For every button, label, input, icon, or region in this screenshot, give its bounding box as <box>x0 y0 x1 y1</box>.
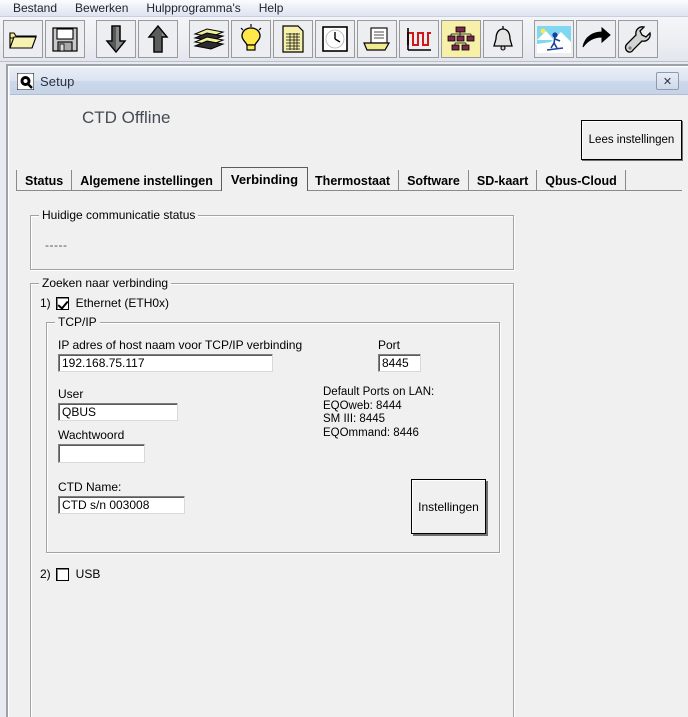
printer-icon[interactable] <box>357 20 397 58</box>
usb-label: USB <box>75 567 101 581</box>
menu-help[interactable]: Help <box>250 0 293 17</box>
setup-title-bar[interactable]: Setup ✕ <box>10 68 688 95</box>
page-title: CTD Offline <box>82 108 171 127</box>
port-label: Port <box>378 338 401 352</box>
setup-window: Setup ✕ CTD Offline Lees instellingen St… <box>6 64 688 717</box>
settings-button[interactable]: Instellingen <box>411 479 486 534</box>
network-diagram-icon[interactable] <box>441 20 481 58</box>
communication-status-legend: Huidige communicatie status <box>39 208 199 222</box>
tab-bar: Status Algemene instellingen Verbinding … <box>16 167 682 191</box>
books-stack-icon[interactable] <box>189 20 229 58</box>
toolbar-group-misc <box>533 20 659 58</box>
open-folder-icon[interactable] <box>3 20 43 58</box>
password-label: Wachtwoord <box>58 428 125 442</box>
toolbar-group-tools <box>188 20 524 58</box>
search-connection-legend: Zoeken naar verbinding <box>39 276 172 290</box>
ctd-name-input[interactable]: CTD s/n 003008 <box>58 496 185 514</box>
waveform-chart-icon[interactable] <box>399 20 439 58</box>
read-settings-button[interactable]: Lees instellingen <box>581 120 682 160</box>
save-floppy-disk-icon[interactable] <box>45 20 85 58</box>
tab-sd-kaart[interactable]: SD-kaart <box>468 170 538 191</box>
application-window: Bestand Bewerken Hulpprogramma's Help Se… <box>0 0 688 717</box>
forward-arrow-icon[interactable] <box>576 20 616 58</box>
ip-address-label: IP adres of host naam voor TCP/IP verbin… <box>58 338 303 352</box>
ethernet-checkbox[interactable] <box>55 296 69 310</box>
ethernet-item-number: 1) <box>40 296 51 310</box>
setup-window-title: Setup <box>40 73 75 89</box>
usb-item-number: 2) <box>40 567 51 581</box>
ethernet-label: Ethernet (ETH0x) <box>75 296 170 310</box>
default-ports-info: Default Ports on LAN: EQOweb: 8444 SM II… <box>323 386 435 439</box>
download-arrow-down-icon[interactable] <box>96 20 136 58</box>
toolbar <box>0 17 688 62</box>
port-input[interactable]: 8445 <box>378 354 421 372</box>
tcpip-group: TCP/IP IP adres of host naam voor TCP/IP… <box>46 315 500 553</box>
lightbulb-icon[interactable] <box>231 20 271 58</box>
tab-qbus-cloud[interactable]: Qbus-Cloud <box>537 170 626 191</box>
toolbar-group-file <box>2 20 86 58</box>
communication-status-group: Huidige communicatie status ----- <box>30 208 514 270</box>
tab-algemene-instellingen[interactable]: Algemene instellingen <box>72 170 222 191</box>
menu-hulpprogrammas[interactable]: Hulpprogramma's <box>137 0 249 17</box>
tab-thermostaat[interactable]: Thermostaat <box>307 170 400 191</box>
tab-underline <box>16 190 682 191</box>
usb-checkbox-row[interactable]: 2) USB <box>40 567 100 581</box>
communication-status-value: ----- <box>45 238 68 252</box>
ip-address-input[interactable]: 192.168.75.117 <box>58 354 273 372</box>
qbus-logo-icon <box>16 72 35 90</box>
skier-image-icon[interactable] <box>534 20 574 58</box>
toolbar-group-transfer <box>95 20 179 58</box>
close-icon[interactable]: ✕ <box>656 72 679 90</box>
password-input[interactable] <box>58 444 145 463</box>
menu-bewerken[interactable]: Bewerken <box>66 0 137 17</box>
search-connection-group: Zoeken naar verbinding 1) Ethernet (ETH0… <box>30 276 514 717</box>
wrench-icon[interactable] <box>618 20 658 58</box>
tab-software[interactable]: Software <box>399 170 469 191</box>
upload-arrow-up-icon[interactable] <box>138 20 178 58</box>
tab-verbinding[interactable]: Verbinding <box>220 167 309 191</box>
bell-icon[interactable] <box>483 20 523 58</box>
ctd-name-label: CTD Name: <box>58 480 122 494</box>
spreadsheet-icon[interactable] <box>273 20 313 58</box>
tab-status[interactable]: Status <box>16 170 73 191</box>
user-input[interactable]: QBUS <box>58 403 178 421</box>
user-label: User <box>58 387 84 401</box>
setup-client-area: CTD Offline Lees instellingen Status Alg… <box>10 95 688 717</box>
ethernet-checkbox-row[interactable]: 1) Ethernet (ETH0x) <box>40 296 169 310</box>
usb-checkbox[interactable] <box>55 567 69 581</box>
clock-icon[interactable] <box>315 20 355 58</box>
tcpip-legend: TCP/IP <box>55 315 100 329</box>
menu-bestand[interactable]: Bestand <box>4 0 66 17</box>
menu-bar: Bestand Bewerken Hulpprogramma's Help <box>0 0 688 17</box>
